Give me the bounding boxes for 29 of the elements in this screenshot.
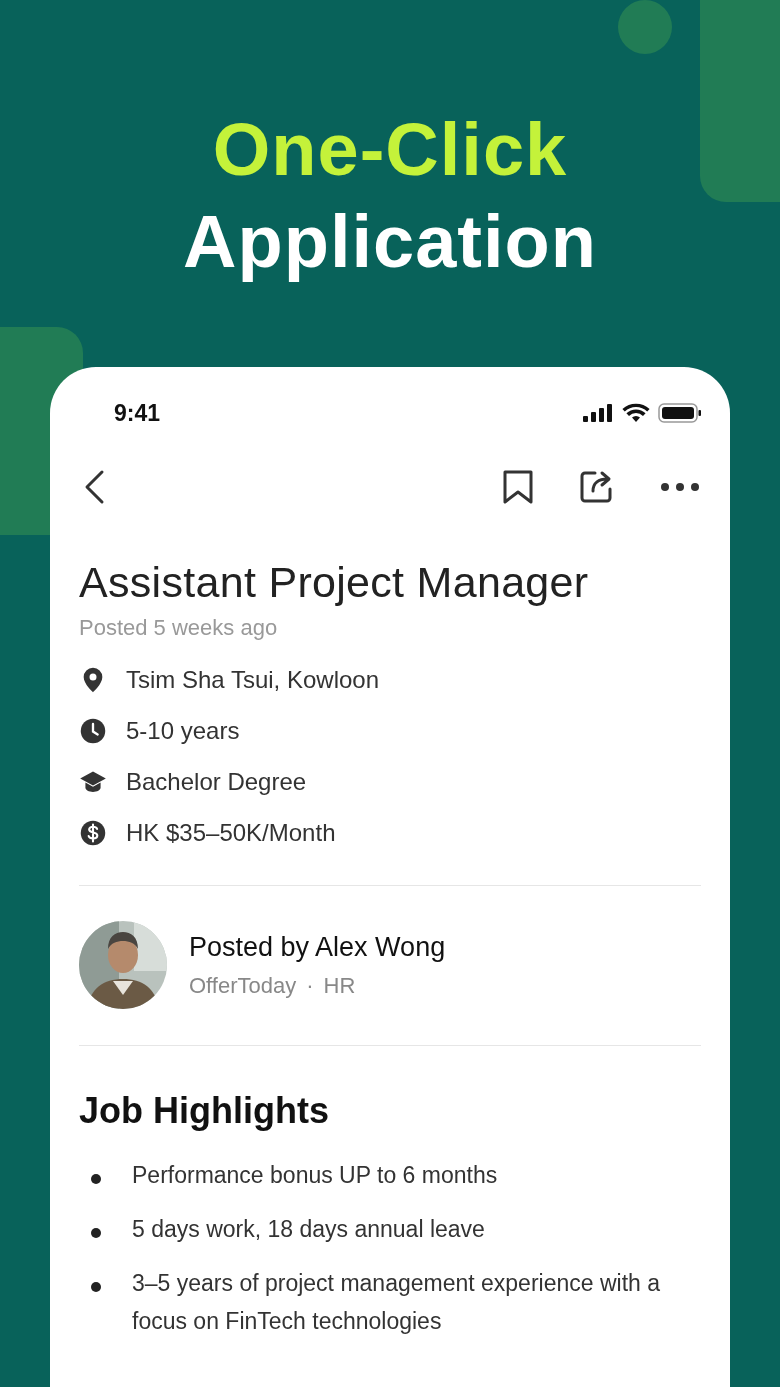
wifi-icon [622, 403, 650, 423]
signal-icon [582, 404, 614, 422]
job-detail: Tsim Sha Tsui, Kowloon [126, 665, 379, 694]
dollar-icon [79, 818, 107, 847]
separator-dot: · [306, 972, 314, 999]
highlight-item: 5 days work, 18 days annual leave [132, 1215, 486, 1244]
job-detail: Bachelor Degree [126, 767, 307, 796]
headline: Application [183, 199, 597, 285]
status-time: 9:41 [114, 399, 161, 427]
battery-icon [658, 403, 702, 423]
bookmark-icon[interactable] [502, 469, 534, 505]
section-title: Job Highlights [79, 1090, 330, 1132]
highlight-item: Performance bonus UP to 6 months [132, 1161, 499, 1190]
job-title: Assistant Project Manager [79, 557, 590, 608]
share-icon[interactable] [579, 469, 615, 505]
poster-name: Posted by Alex Wong [189, 931, 446, 963]
bullet-icon [91, 1282, 101, 1292]
highlight-item: 3–5 years of project management experience with a focus on FinTech technologies [132, 1269, 662, 1336]
decorative-circle [618, 0, 672, 54]
bullet-icon [91, 1174, 101, 1184]
job-detail: 5-10 years [126, 716, 240, 745]
clock-icon [79, 716, 107, 745]
headline: One-Click [212, 107, 568, 193]
bullet-icon [91, 1228, 101, 1238]
job-detail: HK $35–50K/Month [126, 818, 336, 847]
posted-time: Posted 5 weeks ago [79, 615, 279, 641]
poster-role: HR [323, 972, 356, 999]
company-name: OfferToday [189, 972, 297, 999]
more-icon[interactable] [660, 482, 700, 492]
